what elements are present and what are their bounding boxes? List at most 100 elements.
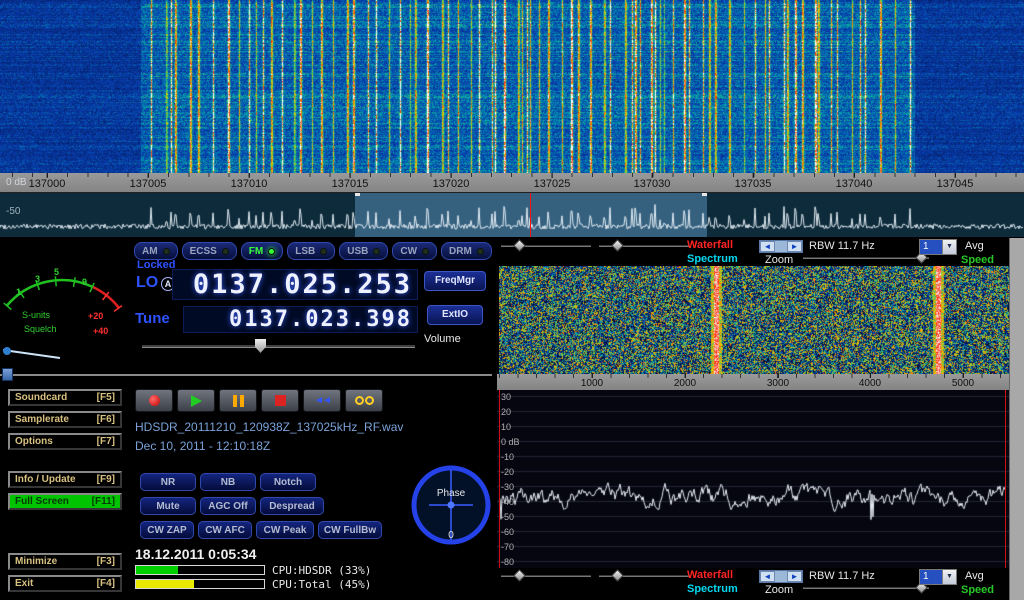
- slider-thumb[interactable]: [513, 239, 526, 252]
- slider-thumb[interactable]: [611, 569, 624, 582]
- zoom-label: Zoom: [765, 254, 793, 266]
- slider-thumb[interactable]: [513, 569, 526, 582]
- stop-icon: [275, 395, 286, 406]
- mode-label: ECSS: [190, 246, 217, 257]
- fullscreen-button[interactable]: Full Screen [F11]: [8, 493, 122, 510]
- pan-left-icon[interactable]: ◄: [760, 571, 775, 582]
- s-meter-needle-hub: [3, 347, 11, 355]
- zoom-pan-scrollbar[interactable]: ◄ ►: [759, 570, 803, 583]
- recording-filename: HDSDR_20111210_120938Z_137025kHz_RF.wav: [135, 420, 403, 434]
- info-update-button[interactable]: Info / Update [F9]: [8, 471, 122, 488]
- mode-fm-button[interactable]: FM: [241, 242, 283, 260]
- af-waterfall-display[interactable]: [499, 266, 1009, 374]
- nb-button[interactable]: NB: [200, 473, 256, 491]
- notch-button[interactable]: Notch: [260, 473, 316, 491]
- mode-ecss-button[interactable]: ECSS: [182, 242, 237, 260]
- db-tick-label: 30: [501, 392, 511, 402]
- tune-slider-thumb[interactable]: [2, 368, 13, 381]
- af-spectrum-display[interactable]: 30 20 10 0 dB -10 -20 -30 -40 -50 -60 -7…: [497, 390, 1009, 568]
- soundcard-button[interactable]: Soundcard [F5]: [8, 389, 122, 406]
- lo-frequency-display[interactable]: 0137.025.253: [172, 269, 418, 300]
- waterfall-mode-label[interactable]: Waterfall: [687, 569, 733, 581]
- avg-select[interactable]: 1 ▼: [919, 569, 957, 585]
- db-tick-label: 0 dB: [501, 437, 520, 447]
- chevron-down-icon[interactable]: ▼: [942, 240, 956, 254]
- despread-button[interactable]: Despread: [260, 497, 324, 515]
- stop-button[interactable]: [261, 389, 299, 412]
- tune-frequency-display[interactable]: 0137.023.398: [183, 306, 418, 333]
- zoom-slider[interactable]: [803, 252, 929, 264]
- loop-button[interactable]: [345, 389, 383, 412]
- af-frequency-scale[interactable]: 1000 2000 3000 4000 5000: [497, 374, 1009, 390]
- exit-button[interactable]: Exit [F4]: [8, 575, 122, 592]
- cw-zap-button[interactable]: CW ZAP: [140, 521, 194, 539]
- slider-track[interactable]: [803, 256, 929, 259]
- cpu-hdsdr-bar: [135, 565, 265, 575]
- main-waterfall-display[interactable]: [0, 0, 1024, 173]
- phase-label: Phase: [437, 488, 466, 499]
- freq-tick-label: 3000: [767, 378, 789, 389]
- cw-peak-button[interactable]: CW Peak: [256, 521, 314, 539]
- main-frequency-scale[interactable]: 137000 137005 137010 137015 137020 13702…: [0, 173, 1024, 193]
- pan-right-icon[interactable]: ►: [787, 241, 802, 252]
- slider-track[interactable]: [803, 586, 929, 589]
- main-spectrum-display[interactable]: -50: [0, 193, 1024, 237]
- freqmgr-button[interactable]: FreqMgr: [424, 271, 486, 291]
- right-scrollbar-strip: [1009, 238, 1024, 600]
- avg-select[interactable]: 1 ▼: [919, 239, 957, 255]
- freq-tick-label: 137020: [433, 178, 470, 190]
- db-tick-label: -10: [501, 452, 514, 462]
- mode-label: USB: [347, 246, 368, 257]
- record-button[interactable]: [135, 389, 173, 412]
- zoom-pan-scrollbar[interactable]: ◄ ►: [759, 240, 803, 253]
- mode-lsb-button[interactable]: LSB: [287, 242, 335, 260]
- cw-fullbw-button[interactable]: CW FullBw: [318, 521, 382, 539]
- mode-usb-button[interactable]: USB: [339, 242, 388, 260]
- agc-button[interactable]: AGC Off: [200, 497, 256, 515]
- mode-led-icon: [163, 248, 170, 255]
- zoom-slider[interactable]: [803, 582, 929, 594]
- mode-am-button[interactable]: AM: [134, 242, 178, 260]
- waterfall-contrast-slider[interactable]: [599, 570, 689, 582]
- volume-slider-thumb[interactable]: [255, 339, 266, 353]
- samplerate-button[interactable]: Samplerate [F6]: [8, 411, 122, 428]
- spectrum-mode-label[interactable]: Spectrum: [687, 253, 738, 265]
- db-tick-label: -40: [501, 497, 514, 507]
- play-icon: [191, 395, 202, 407]
- mode-led-icon: [373, 248, 380, 255]
- options-button[interactable]: Options [F7]: [8, 433, 122, 450]
- nr-button[interactable]: NR: [140, 473, 196, 491]
- mode-label: LSB: [295, 246, 315, 257]
- waterfall-contrast-slider[interactable]: [599, 240, 689, 252]
- playback-controls: ◄◄: [135, 389, 383, 412]
- rewind-button[interactable]: ◄◄: [303, 389, 341, 412]
- db-scale-top-label: 0 dB: [6, 177, 27, 188]
- minimize-button[interactable]: Minimize [F3]: [8, 553, 122, 570]
- play-button[interactable]: [177, 389, 215, 412]
- pause-button[interactable]: [219, 389, 257, 412]
- mode-label: FM: [249, 246, 263, 257]
- volume-slider-track[interactable]: [142, 345, 415, 348]
- tune-slider-track[interactable]: [0, 374, 492, 376]
- mute-button[interactable]: Mute: [140, 497, 196, 515]
- pan-left-icon[interactable]: ◄: [760, 241, 775, 252]
- db-tick-label: -30: [501, 482, 514, 492]
- waterfall-brightness-slider[interactable]: [501, 570, 591, 582]
- mode-drm-button[interactable]: DRM: [441, 242, 492, 260]
- db-tick-label: -20: [501, 467, 514, 477]
- spectrum-mode-label[interactable]: Spectrum: [687, 583, 738, 595]
- s-meter[interactable]: 1 3 5 9 +20 +40 S-units Squelch: [0, 240, 130, 372]
- db-tick-label: -70: [501, 542, 514, 552]
- chevron-down-icon[interactable]: ▼: [942, 570, 956, 584]
- cw-afc-button[interactable]: CW AFC: [198, 521, 252, 539]
- waterfall-brightness-slider[interactable]: [501, 240, 591, 252]
- pan-right-icon[interactable]: ►: [787, 571, 802, 582]
- button-hotkey: [F7]: [97, 436, 115, 447]
- speed-label: Speed: [961, 254, 994, 266]
- waterfall-mode-label[interactable]: Waterfall: [687, 239, 733, 251]
- main-spectrum-trace: [0, 193, 1024, 237]
- phase-indicator[interactable]: Phase 0: [408, 458, 496, 552]
- slider-thumb[interactable]: [611, 239, 624, 252]
- mode-cw-button[interactable]: CW: [392, 242, 437, 260]
- extio-button[interactable]: ExtIO: [427, 305, 483, 325]
